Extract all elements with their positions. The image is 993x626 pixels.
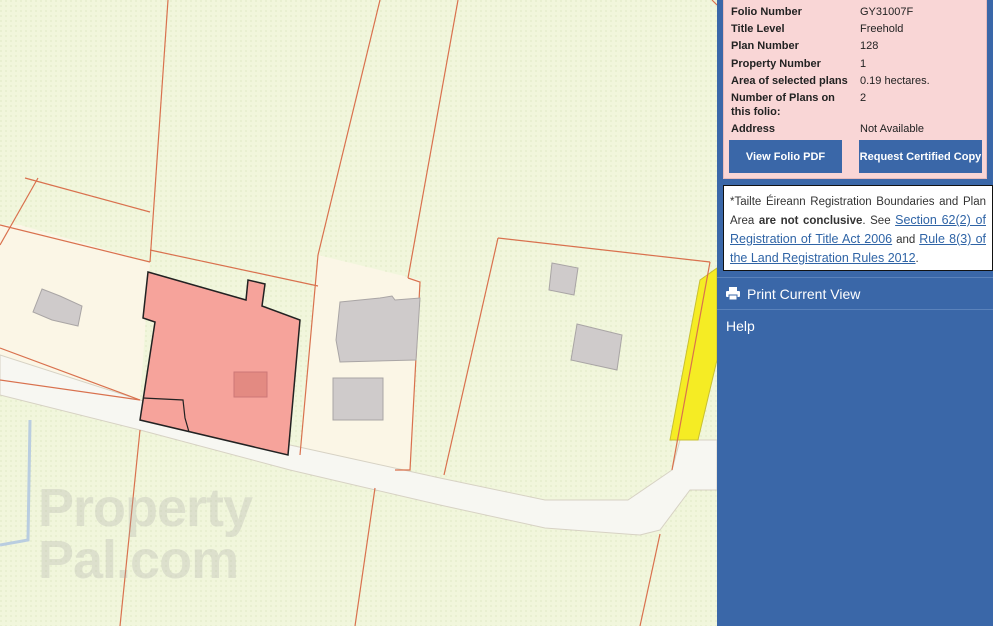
disclaimer-box: *Tailte Éireann Registration Boundaries … [723,185,993,271]
folio-info-box: Folio Number GY31007F Title Level Freeho… [723,0,987,179]
field-label: Address [731,123,776,135]
field-label: Number of Plans on this folio: [731,92,835,118]
field-label: Title Level [731,23,785,35]
disclaimer-bold: are not conclusive [758,215,863,227]
map-view[interactable]: Property Pal.com [0,0,717,626]
field-value: 1 [860,58,867,70]
field-label: Property Number [731,58,821,70]
field-value: 128 [860,40,879,52]
selected-plot-building [233,371,268,398]
field-value: GY31007F [860,6,914,18]
disclaimer-text: and [892,234,920,246]
view-folio-pdf-button[interactable]: View Folio PDF [729,140,842,173]
printer-icon [726,287,740,303]
field-value: Not Available [860,123,925,135]
help-menu-item[interactable]: Help [717,318,993,338]
field-value: 0.19 hectares. [860,75,930,87]
print-current-view-menu-item[interactable]: Print Current View [717,285,993,305]
watermark: Property Pal.com [38,478,253,590]
request-certified-copy-button[interactable]: Request Certified Copy [859,140,982,173]
watermark-line-2: Pal.com [38,530,239,590]
field-label: Folio Number [731,6,802,18]
divider [717,309,993,310]
disclaimer-text: . See [862,215,896,227]
field-label: Area of selected plans [731,75,848,87]
watermark-line-1: Property [38,478,253,538]
print-current-view-label: Print Current View [747,286,861,302]
help-label: Help [726,318,755,334]
disclaimer-text: . [915,253,919,265]
side-panel: Folio Number GY31007F Title Level Freeho… [717,0,993,626]
field-value: 2 [860,92,867,104]
plot-center [300,255,420,470]
divider [717,277,993,278]
field-value: Freehold [860,23,904,35]
field-label: Plan Number [731,40,799,52]
